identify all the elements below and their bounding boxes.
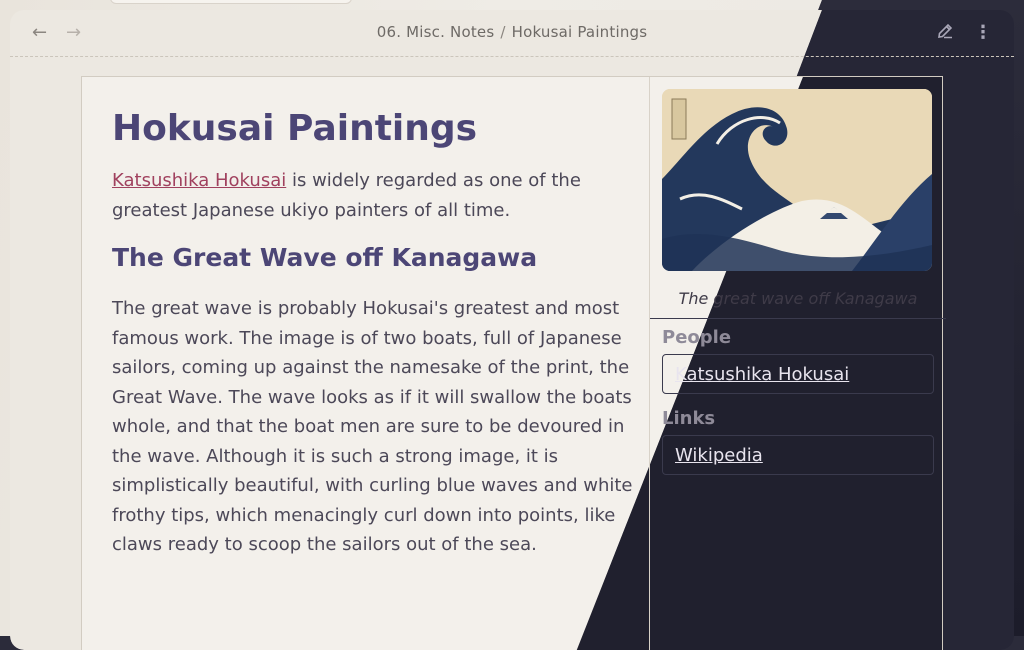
breadcrumb-folder[interactable]: 06. Misc. Notes — [377, 23, 495, 41]
breadcrumb: 06. Misc. Notes / Hokusai Paintings — [10, 23, 1014, 41]
top-tab — [110, 0, 352, 4]
intro-paragraph: Katsushika Hokusai is widely regarded as… — [112, 166, 642, 225]
section-paragraph: The great wave is probably Hokusai's gre… — [112, 298, 633, 556]
note-card: Hokusai Paintings Katsushika Hokusai is … — [81, 76, 946, 650]
column-divider — [649, 77, 650, 650]
more-vertical-icon[interactable]: ⋮ — [974, 22, 992, 43]
header-bar: ← → 06. Misc. Notes / Hokusai Paintings ⋮ — [10, 10, 1014, 57]
breadcrumb-separator: / — [500, 23, 506, 41]
people-link[interactable]: Katsushika Hokusai — [675, 364, 849, 385]
pencil-icon[interactable] — [936, 22, 954, 45]
image-caption: The great wave off Kanagawa — [678, 289, 918, 308]
wikipedia-link[interactable]: Wikipedia — [675, 445, 763, 466]
breadcrumb-current: Hokusai Paintings — [511, 23, 648, 41]
links-field: Wikipedia — [662, 435, 934, 475]
people-label: People — [662, 327, 732, 348]
sidebar-separator — [650, 318, 946, 319]
note-body: Hokusai Paintings Katsushika Hokusai is … — [112, 107, 642, 560]
hokusai-link[interactable]: Katsushika Hokusai — [112, 170, 286, 191]
section-heading: The Great Wave off Kanagawa — [112, 243, 538, 273]
links-label: Links — [662, 408, 716, 429]
sidebar: The great wave off Kanagawa People Katsu… — [650, 89, 946, 475]
note-window: ← → 06. Misc. Notes / Hokusai Paintings ⋮ … — [10, 10, 1014, 650]
great-wave-image — [662, 89, 932, 271]
page-title: Hokusai Paintings — [112, 108, 478, 149]
people-field: Katsushika Hokusai — [662, 354, 934, 394]
